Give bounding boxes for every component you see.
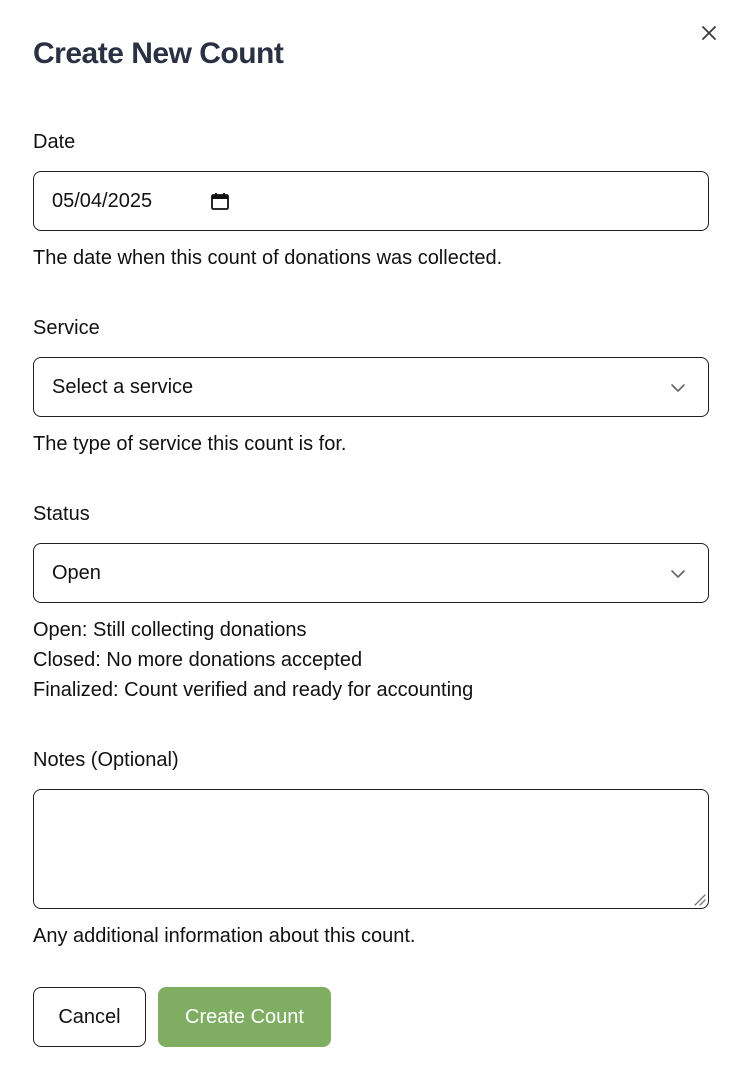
chevron-down-icon bbox=[671, 570, 685, 578]
service-help: The type of service this count is for. bbox=[33, 433, 347, 455]
service-label: Service bbox=[33, 317, 100, 339]
date-input[interactable]: 05/04/2025 bbox=[33, 171, 709, 231]
notes-help: Any additional information about this co… bbox=[33, 925, 416, 947]
resize-grip-icon[interactable] bbox=[692, 892, 706, 906]
service-value: Select a service bbox=[52, 375, 194, 398]
status-select[interactable]: Open bbox=[33, 543, 709, 603]
status-help-open: Open: Still collecting donations bbox=[33, 619, 307, 641]
status-label: Status bbox=[33, 503, 90, 525]
dialog-title: Create New Count bbox=[33, 37, 284, 70]
service-select[interactable]: Select a service bbox=[33, 357, 709, 417]
notes-textarea[interactable] bbox=[33, 789, 709, 909]
close-icon bbox=[702, 26, 716, 40]
status-help-finalized: Finalized: Count verified and ready for … bbox=[33, 679, 474, 701]
date-label: Date bbox=[33, 131, 76, 153]
notes-label: Notes (Optional) bbox=[33, 749, 179, 771]
calendar-icon[interactable] bbox=[210, 191, 230, 211]
cancel-button[interactable]: Cancel bbox=[33, 987, 146, 1047]
status-value: Open bbox=[52, 561, 101, 584]
close-button[interactable] bbox=[696, 20, 722, 46]
create-count-dialog: Create New Count Date 05/04/2025 The dat… bbox=[0, 0, 744, 1080]
date-help: The date when this count of donations wa… bbox=[33, 247, 503, 269]
status-help-closed: Closed: No more donations accepted bbox=[33, 649, 363, 671]
chevron-down-icon bbox=[671, 384, 685, 392]
date-value: 05/04/2025 bbox=[52, 189, 153, 212]
create-count-button[interactable]: Create Count bbox=[158, 987, 331, 1047]
